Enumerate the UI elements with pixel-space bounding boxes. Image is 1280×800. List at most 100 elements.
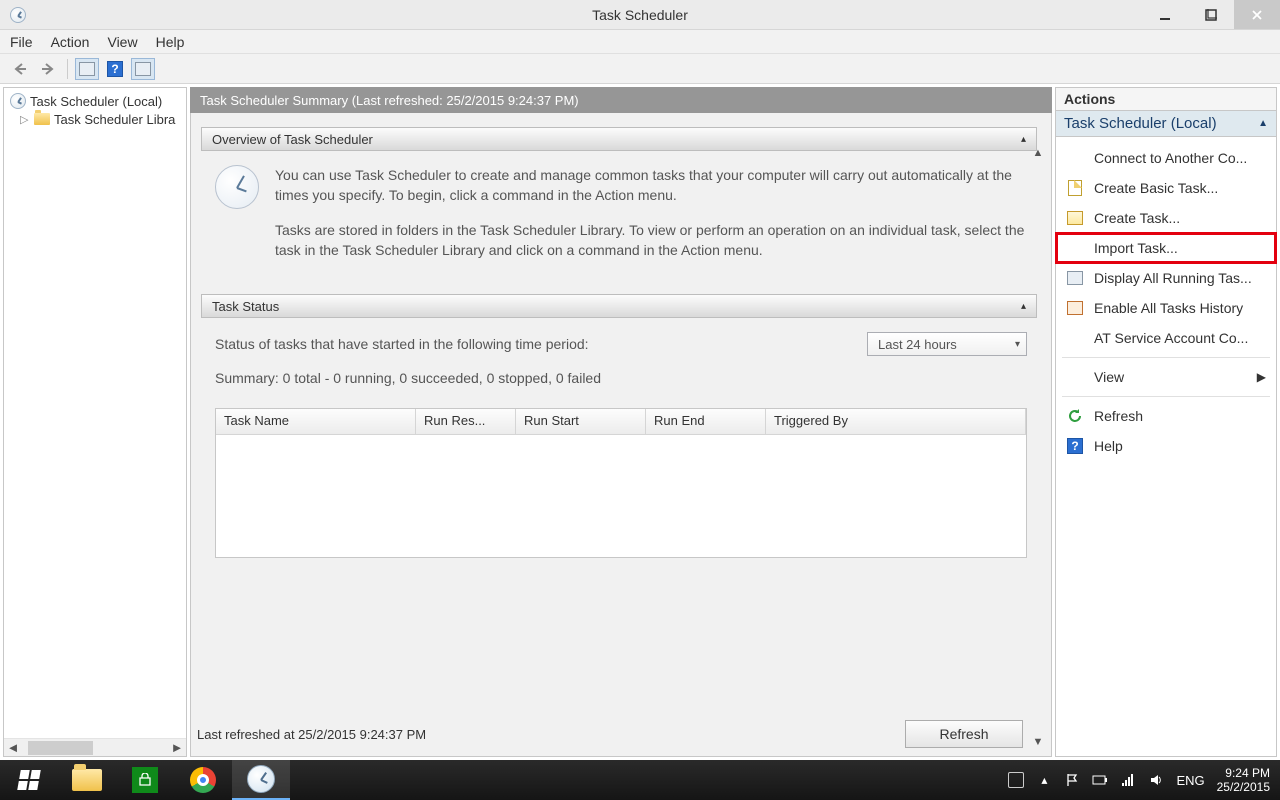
maximize-button[interactable] [1188,0,1234,29]
scroll-up-icon[interactable]: ▲ [1033,147,1044,159]
task-status-grid: Task Name Run Res... Run Start Run End T… [215,408,1027,558]
action-create-task[interactable]: Create Task... [1056,203,1276,233]
minimize-button[interactable] [1142,0,1188,29]
tree-root[interactable]: Task Scheduler (Local) [10,92,186,110]
action-label: Help [1094,438,1123,454]
action-label: View [1094,369,1124,385]
action-label: Create Task... [1094,210,1180,226]
menu-action[interactable]: Action [51,34,90,50]
col-triggered-by[interactable]: Triggered By [766,409,1026,434]
store-icon [132,767,158,793]
task-status-title: Task Status [212,299,279,314]
chevron-right-icon: ▶ [1257,370,1266,384]
separator [1062,396,1270,397]
overview-paragraph-1: You can use Task Scheduler to create and… [275,165,1027,206]
task-status-panel: Task Status ▴ Status of tasks that have … [201,294,1037,568]
task-icon [1066,179,1084,197]
col-run-start[interactable]: Run Start [516,409,646,434]
expand-icon[interactable]: ▷ [20,113,30,126]
separator [1062,357,1270,358]
keyboard-icon[interactable] [1008,772,1024,788]
show-hidden-icons[interactable]: ▴ [1036,772,1052,788]
action-label: Enable All Tasks History [1094,300,1243,316]
blank-icon [1066,329,1084,347]
collapse-icon[interactable]: ▲ [1258,118,1268,129]
flag-icon[interactable] [1064,772,1080,788]
taskbar-chrome[interactable] [174,760,232,800]
toolbar-help-button[interactable]: ? [103,58,127,80]
scroll-thumb[interactable] [28,741,93,755]
last-refreshed-label: Last refreshed at 25/2/2015 9:24:37 PM [197,727,426,742]
action-help[interactable]: ? Help [1056,431,1276,461]
start-button[interactable] [0,760,58,800]
chrome-icon [190,767,216,793]
blank-icon [1066,239,1084,257]
blank-icon [1066,149,1084,167]
task-status-header[interactable]: Task Status ▴ [201,294,1037,318]
overview-paragraph-2: Tasks are stored in folders in the Task … [275,220,1027,261]
taskbar-file-explorer[interactable] [58,760,116,800]
time-period-value: Last 24 hours [878,337,957,352]
close-button[interactable] [1234,0,1280,29]
menu-view[interactable]: View [107,34,137,50]
action-display-running[interactable]: Display All Running Tas... [1056,263,1276,293]
workspace: Task Scheduler (Local) ▷ Task Scheduler … [0,84,1280,760]
task-icon [1066,209,1084,227]
action-label: Import Task... [1094,240,1178,256]
refresh-icon [1066,407,1084,425]
tray-time: 9:24 PM [1217,766,1270,780]
actions-context-header[interactable]: Task Scheduler (Local) ▲ [1055,111,1277,137]
taskbar-store[interactable] [116,760,174,800]
collapse-icon[interactable]: ▴ [1021,301,1026,312]
action-connect-computer[interactable]: Connect to Another Co... [1056,143,1276,173]
action-label: Refresh [1094,408,1143,424]
nav-back-button[interactable] [8,58,32,80]
menu-file[interactable]: File [10,34,33,50]
clock-icon [215,165,259,209]
menu-bar: File Action View Help [0,30,1280,54]
scroll-left-icon[interactable]: ◄ [4,740,22,755]
tree-horizontal-scrollbar[interactable]: ◄ ► [4,738,186,756]
col-task-name[interactable]: Task Name [216,409,416,434]
history-icon [1066,299,1084,317]
time-period-select[interactable]: Last 24 hours ▾ [867,332,1027,356]
taskbar-task-scheduler[interactable] [232,760,290,800]
status-summary-line: Summary: 0 total - 0 running, 0 succeede… [215,370,1027,386]
action-create-basic-task[interactable]: Create Basic Task... [1056,173,1276,203]
show-hide-actions-button[interactable] [131,58,155,80]
tray-language[interactable]: ENG [1176,773,1204,788]
help-icon: ? [107,61,123,77]
actions-pane: Actions Task Scheduler (Local) ▲ Connect… [1055,87,1277,757]
collapse-icon[interactable]: ▴ [1021,134,1026,145]
refresh-button[interactable]: Refresh [905,720,1023,748]
show-hide-tree-button[interactable] [75,58,99,80]
scroll-right-icon[interactable]: ► [168,740,186,755]
clock-icon [247,765,275,793]
action-refresh[interactable]: Refresh [1056,401,1276,431]
network-icon[interactable] [1120,772,1136,788]
action-at-service-account[interactable]: AT Service Account Co... [1056,323,1276,353]
status-period-label: Status of tasks that have started in the… [215,336,589,352]
tree-library[interactable]: ▷ Task Scheduler Libra [10,110,186,128]
window-titlebar: Task Scheduler [0,0,1280,30]
panel-icon [79,62,95,76]
navigation-tree: Task Scheduler (Local) ▷ Task Scheduler … [3,87,187,757]
tray-clock[interactable]: 9:24 PM 25/2/2015 [1217,766,1270,795]
nav-forward-button[interactable] [36,58,60,80]
center-vertical-scrollbar[interactable]: ▲ ▼ [1029,147,1047,748]
scroll-down-icon[interactable]: ▼ [1033,736,1044,748]
folder-icon [34,113,50,125]
col-run-result[interactable]: Run Res... [416,409,516,434]
window-title: Task Scheduler [0,7,1280,23]
col-run-end[interactable]: Run End [646,409,766,434]
menu-help[interactable]: Help [156,34,185,50]
summary-header: Task Scheduler Summary (Last refreshed: … [190,87,1052,113]
tree-library-label: Task Scheduler Libra [54,112,175,127]
overview-panel-header[interactable]: Overview of Task Scheduler ▴ [201,127,1037,151]
action-enable-history[interactable]: Enable All Tasks History [1056,293,1276,323]
action-view-submenu[interactable]: View ▶ [1056,362,1276,392]
volume-icon[interactable] [1148,772,1164,788]
battery-icon[interactable] [1092,772,1108,788]
action-label: Display All Running Tas... [1094,270,1252,286]
action-import-task[interactable]: Import Task... [1056,233,1276,263]
